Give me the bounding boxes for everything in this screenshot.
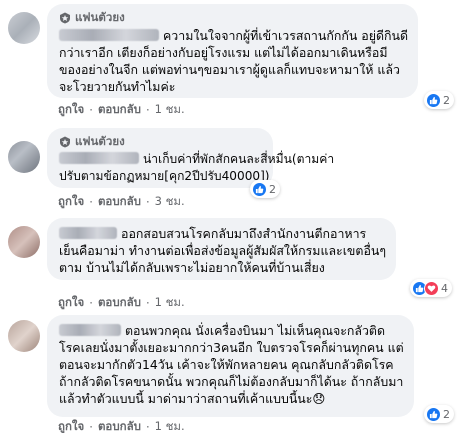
commenter-name-redacted[interactable] <box>59 227 117 239</box>
comment-bubble: ตอนพวกคุณ นั่งเครื่องบินมา ไม่เห็นคุณจะก… <box>47 315 414 417</box>
comment-bubble: แฟนตัวยง ความในใจจากผู้ที่เข้าเวรสถานกัก… <box>47 4 419 98</box>
like-reaction-icon <box>426 406 441 422</box>
commenter-name-redacted[interactable] <box>59 324 121 336</box>
reaction-summary[interactable]: 2 <box>250 180 280 198</box>
comment-text: น่าเก็บค่าที่พักสักคนละสี่หมื่น(ตามค่า ป… <box>59 152 335 183</box>
avatar[interactable] <box>8 141 40 173</box>
fan-badge-label: แฟนตัวยง <box>75 9 125 24</box>
fan-badge: แฟนตัวยง <box>59 133 263 150</box>
fan-badge: แฟนตัวยง <box>59 9 408 26</box>
like-button[interactable]: ถูกใจ <box>58 294 84 312</box>
comment-actions: ถูกใจ · ตอบกลับ · 1 ชม. <box>58 418 185 433</box>
fan-badge-icon <box>59 12 71 24</box>
commenter-name-redacted[interactable] <box>59 152 139 164</box>
reaction-count: 4 <box>441 281 448 295</box>
reply-button[interactable]: ตอบกลับ <box>98 294 141 312</box>
like-reaction-icon <box>426 92 441 108</box>
reaction-count: 2 <box>443 93 450 107</box>
reaction-summary[interactable]: 2 <box>424 91 454 109</box>
timestamp[interactable]: 1 ชม. <box>155 101 185 119</box>
reply-button[interactable]: ตอบกลับ <box>98 101 141 119</box>
like-reaction-icon <box>252 181 267 197</box>
reaction-count: 2 <box>443 407 450 421</box>
timestamp[interactable]: 1 ชม. <box>155 294 185 312</box>
reaction-summary[interactable]: 4 <box>410 279 452 297</box>
avatar[interactable] <box>8 226 40 258</box>
comment-text: ความในใจจากผู้ที่เข้าเวรสถานกักกัน อยู่ด… <box>59 28 409 94</box>
comment-bubble: แฟนตัวยง น่าเก็บค่าที่พักสักคนละสี่หมื่น… <box>47 128 335 188</box>
comment-text: ตอนพวกคุณ นั่งเครื่องบินมา ไม่เห็นคุณจะก… <box>59 323 404 406</box>
reply-button[interactable]: ตอบกลับ <box>98 418 141 433</box>
comment-actions: ถูกใจ · ตอบกลับ · 1 ชม. <box>58 294 185 312</box>
avatar[interactable] <box>8 12 40 44</box>
fan-badge-label: แฟนตัวยง <box>75 133 125 148</box>
comment-bubble: ออกสอบสวนโรคกลับมาถึงสำนักงานตีกอาหาร เย… <box>47 218 397 280</box>
like-button[interactable]: ถูกใจ <box>58 101 84 119</box>
love-reaction-icon <box>424 280 439 296</box>
like-button[interactable]: ถูกใจ <box>58 418 84 433</box>
reaction-summary[interactable]: 2 <box>424 405 454 423</box>
timestamp[interactable]: 1 ชม. <box>155 418 185 433</box>
comment-actions: ถูกใจ · ตอบกลับ · 1 ชม. <box>58 101 185 119</box>
comment-text: ออกสอบสวนโรคกลับมาถึงสำนักงานตีกอาหาร เย… <box>59 226 387 275</box>
fan-badge-icon <box>59 136 71 148</box>
reaction-count: 2 <box>269 182 276 196</box>
reply-button[interactable]: ตอบกลับ <box>98 193 141 211</box>
avatar[interactable] <box>8 320 40 352</box>
commenter-name-redacted[interactable] <box>59 29 159 41</box>
like-button[interactable]: ถูกใจ <box>58 193 84 211</box>
timestamp[interactable]: 3 ชม. <box>155 193 185 211</box>
comment-actions: ถูกใจ · ตอบกลับ · 3 ชม. <box>58 193 185 211</box>
